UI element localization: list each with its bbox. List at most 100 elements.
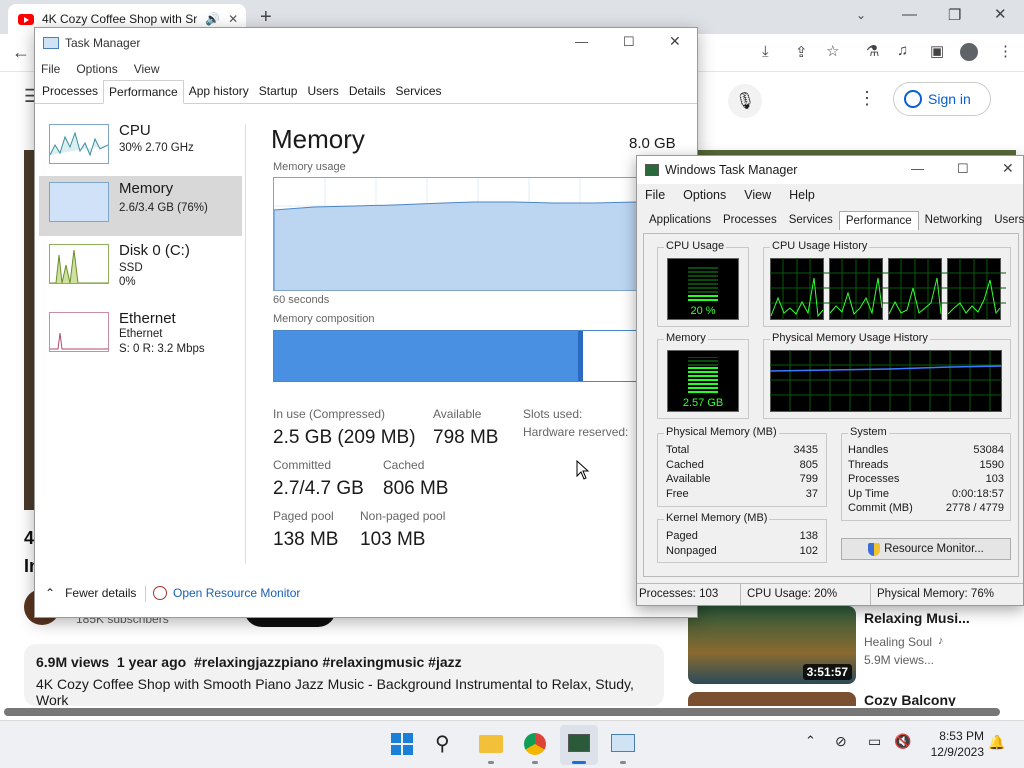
menu-file[interactable]: File xyxy=(41,62,60,76)
open-resource-monitor-link[interactable]: Open Resource Monitor xyxy=(153,586,300,600)
sidebar-item-cpu[interactable]: CPU 30% 2.70 GHz xyxy=(39,118,242,178)
pm-row-total: Total 3435 xyxy=(666,444,818,456)
minimize-icon[interactable]: — xyxy=(902,6,917,23)
classic-menu-help[interactable]: Help xyxy=(789,188,815,202)
memory-total: 8.0 GB xyxy=(629,135,676,152)
share-icon[interactable]: ⇪ xyxy=(795,43,808,61)
new-tab-button[interactable]: + xyxy=(260,6,272,29)
classic-menu-view[interactable]: View xyxy=(744,188,771,202)
start-button[interactable] xyxy=(391,733,413,755)
audio-icon[interactable]: 🔊 xyxy=(205,12,220,26)
memory-composition-label: Memory composition xyxy=(273,313,375,325)
clock-date[interactable]: 12/9/2023 xyxy=(920,745,984,759)
extension-icon[interactable]: ⚗ xyxy=(866,42,879,60)
install-icon[interactable]: ⤓ xyxy=(762,43,769,60)
tab-startup[interactable]: Startup xyxy=(254,80,303,103)
minimize-icon[interactable]: — xyxy=(911,161,924,176)
maximize-icon[interactable]: ☐ xyxy=(623,34,635,50)
sidebar-cpu-name: CPU xyxy=(119,122,151,139)
tab-services[interactable]: Services xyxy=(391,80,447,103)
cpu-history-label: CPU Usage History xyxy=(770,240,870,252)
status-processes: Processes: 103 xyxy=(637,584,741,605)
account-icon xyxy=(904,90,922,108)
tab-networking[interactable]: Networking xyxy=(919,211,989,230)
committed-label: Committed xyxy=(273,458,332,472)
file-explorer-icon[interactable] xyxy=(479,735,503,753)
sidebar-cpu-sub: 30% 2.70 GHz xyxy=(119,142,194,154)
fewer-details-button[interactable]: ⌃ Fewer details xyxy=(45,586,136,600)
volume-muted-icon[interactable]: 🔇 xyxy=(894,733,911,750)
search-icon[interactable]: ⚲ xyxy=(435,731,450,756)
sidebar-memory-sub: 2.6/3.4 GB (76%) xyxy=(119,202,208,214)
classic-titlebar[interactable]: Windows Task Manager — ☐ ✕ xyxy=(637,156,1023,184)
side-video-views: 5.9M views... xyxy=(864,653,935,667)
in-use-value: 2.5 GB (209 MB) xyxy=(273,427,416,448)
side-video-title[interactable]: Relaxing Musi... xyxy=(864,610,970,626)
side-video-title-2[interactable]: Cozy Balcony xyxy=(864,692,956,706)
tab-users[interactable]: Users xyxy=(302,80,343,103)
menu-options[interactable]: Options xyxy=(76,62,117,76)
sidebar-disk-sub: SSD xyxy=(119,262,143,274)
classic-menu-file[interactable]: File xyxy=(645,188,665,202)
tab-performance[interactable]: Performance xyxy=(103,80,184,104)
voice-search-icon[interactable]: 🎙 xyxy=(728,84,762,118)
tab-app-history[interactable]: App history xyxy=(184,80,254,103)
cpu-sparkline xyxy=(49,124,109,164)
bookmark-star-icon[interactable]: ☆ xyxy=(826,42,839,60)
tab-search-icon[interactable]: ⌄ xyxy=(856,8,866,22)
tab-processes[interactable]: Processes xyxy=(717,211,783,230)
side-panel-icon[interactable]: ▣ xyxy=(930,42,944,60)
sys-row-commit: Commit (MB) 2778 / 4779 xyxy=(848,502,1004,514)
tab-services[interactable]: Services xyxy=(783,211,839,230)
memory-usage-graph xyxy=(273,177,637,291)
close-window-icon[interactable]: ✕ xyxy=(994,5,1007,23)
tab-performance[interactable]: Performance xyxy=(838,211,919,230)
network-icon[interactable]: ⊘ xyxy=(835,733,847,750)
notification-bell-icon[interactable]: 🔔 xyxy=(988,734,1005,751)
profile-avatar-icon[interactable] xyxy=(960,43,978,61)
description-text-2: Work xyxy=(36,692,69,706)
tab-applications[interactable]: Applications xyxy=(643,211,717,230)
tab-users[interactable]: Users xyxy=(988,211,1024,230)
horizontal-scrollbar[interactable] xyxy=(4,708,1000,716)
close-icon[interactable]: ✕ xyxy=(669,33,681,50)
sidebar-item-memory[interactable]: Memory 2.6/3.4 GB (76%) xyxy=(39,176,242,236)
chevron-up-icon[interactable]: ⌃ xyxy=(805,733,816,749)
close-tab-icon[interactable]: ✕ xyxy=(228,12,238,26)
paged-pool-value: 138 MB xyxy=(273,529,339,550)
tab-title: 4K Cozy Coffee Shop with Sr xyxy=(42,12,198,26)
modified-segment xyxy=(578,331,583,381)
minimize-icon[interactable]: — xyxy=(575,34,588,49)
windows-taskbar: ⚲ ⌃ ⊘ ▭ 🔇 8:53 PM 12/9/2023 🔔 xyxy=(0,720,1024,768)
close-icon[interactable]: ✕ xyxy=(1002,160,1014,177)
sidebar-item-ethernet[interactable]: Ethernet Ethernet S: 0 R: 3.2 Mbps xyxy=(39,306,242,366)
task-manager-titlebar[interactable]: Task Manager — ☐ ✕ xyxy=(35,28,697,58)
chrome-menu-icon[interactable]: ⋮ xyxy=(998,42,1013,60)
sign-in-button[interactable]: Sign in xyxy=(893,82,991,116)
pm-row-available: Available 799 xyxy=(666,473,818,485)
maximize-icon[interactable]: ☐ xyxy=(957,161,969,177)
back-icon[interactable]: ← xyxy=(12,42,30,63)
open-resource-monitor-label: Open Resource Monitor xyxy=(173,586,301,600)
clock-time[interactable]: 8:53 PM xyxy=(936,729,984,743)
cpu-usage-meter: 20 % xyxy=(667,258,739,320)
task-manager-taskbar-icon[interactable] xyxy=(611,734,635,752)
side-video-thumbnail-2[interactable] xyxy=(688,692,856,706)
cpu-history-group: CPU Usage History xyxy=(763,240,1011,327)
more-options-icon[interactable]: ⋮ xyxy=(858,88,876,109)
description-box[interactable]: 6.9M views 1 year ago #relaxingjazzpiano… xyxy=(24,644,664,706)
display-icon[interactable]: ▭ xyxy=(868,733,881,750)
chrome-icon[interactable] xyxy=(524,733,546,755)
classic-task-manager-taskbar-icon[interactable] xyxy=(560,725,598,765)
tab-details[interactable]: Details xyxy=(344,80,391,103)
menu-view[interactable]: View xyxy=(134,62,160,76)
media-icon[interactable]: ♫ xyxy=(897,42,908,59)
side-video-thumbnail[interactable]: 3:51:57 xyxy=(688,606,856,684)
tab-bar: Processes Performance App history Startu… xyxy=(35,80,697,104)
resource-monitor-button[interactable]: Resource Monitor... xyxy=(841,538,1011,560)
sidebar-item-disk[interactable]: Disk 0 (C:) SSD 0% xyxy=(39,238,242,298)
pm-row-free: Free 37 xyxy=(666,488,818,500)
classic-menu-options[interactable]: Options xyxy=(683,188,726,202)
tab-processes[interactable]: Processes xyxy=(37,80,103,103)
restore-icon[interactable]: ❐ xyxy=(948,6,961,24)
